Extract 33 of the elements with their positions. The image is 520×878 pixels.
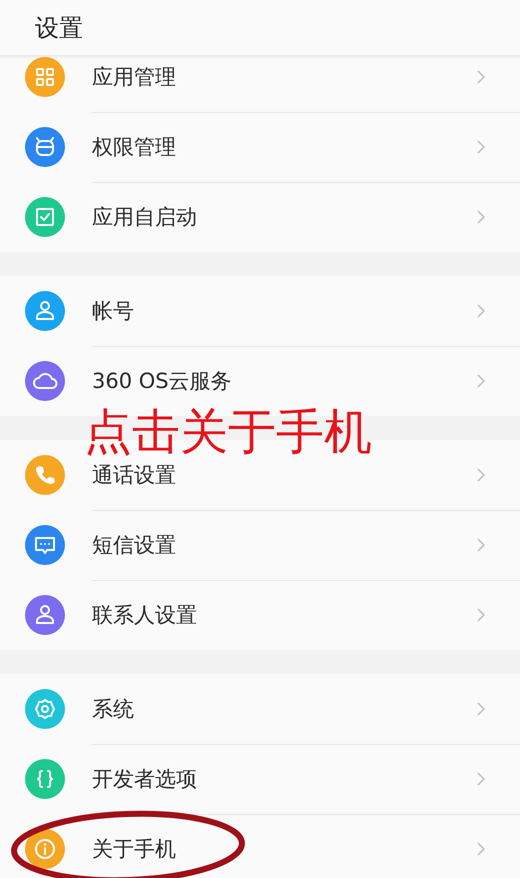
settings-item[interactable]: 权限管理 [0, 112, 520, 182]
settings-item[interactable]: 开发者选项 [0, 744, 520, 814]
settings-item[interactable]: 联系人设置 [0, 580, 520, 650]
chevron-icon [476, 373, 486, 389]
chevron-icon [476, 607, 486, 623]
settings-item[interactable]: 关于手机 [0, 814, 520, 878]
chevron-icon [476, 69, 486, 85]
chevron-icon [476, 841, 486, 857]
item-label: 360 OS云服务 [92, 368, 233, 395]
settings-item[interactable]: 应用管理 [0, 55, 520, 112]
item-label: 通话设置 [92, 462, 177, 489]
settings-item[interactable]: 系统 [0, 674, 520, 744]
item-label: 帐号 [92, 298, 135, 325]
chevron-icon [476, 303, 486, 319]
settings-item[interactable]: 应用自启动 [0, 182, 520, 252]
chevron-icon [476, 209, 486, 225]
chevron-icon [476, 771, 486, 787]
settings-item[interactable]: 短信设置 [0, 510, 520, 580]
chevron-icon [476, 467, 486, 483]
item-label: 权限管理 [92, 134, 177, 161]
annotation-text: 点击关于手机 [84, 403, 372, 462]
chevron-icon [476, 701, 486, 717]
item-label: 联系人设置 [92, 602, 198, 629]
page-title: 设置 [35, 12, 83, 44]
item-label: 应用自启动 [92, 204, 198, 231]
item-label: 应用管理 [92, 64, 177, 91]
item-label: 开发者选项 [92, 766, 198, 793]
item-label: 系统 [92, 696, 135, 723]
item-label: 关于手机 [92, 836, 177, 863]
item-label: 短信设置 [92, 532, 177, 559]
chevron-icon [476, 139, 486, 155]
chevron-icon [476, 537, 486, 553]
settings-item[interactable]: 帐号 [0, 276, 520, 346]
